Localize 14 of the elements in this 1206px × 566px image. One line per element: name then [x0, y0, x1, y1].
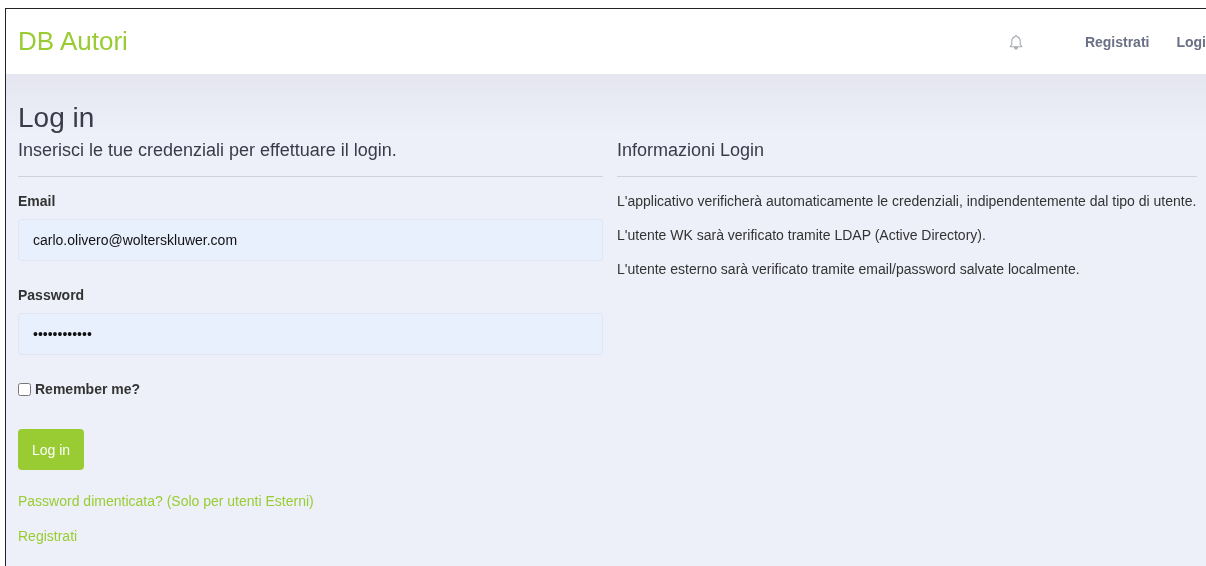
password-label: Password [18, 287, 86, 303]
info-paragraph: L'utente esterno sarà verificato tramite email/password salvate localmente. [617, 261, 1081, 277]
password-field[interactable]: •••••••••••• [18, 313, 603, 355]
nav-link[interactable]: Registrati [1084, 33, 1150, 50]
page-title: Log in [18, 102, 96, 134]
info-paragraph: L'applicativo verificherà automaticamente le credenziali, indipendentemente dal tipo di utente. [617, 193, 1197, 209]
remember-checkbox[interactable] [18, 382, 31, 396]
form-subtitle: Inserisci le tue credenziali per effettuare il login. [18, 140, 398, 161]
email-field[interactable]: carlo.olivero@wolterskluwer.com [18, 219, 603, 261]
email-label: Email [18, 193, 57, 209]
remember-label: Remember me? [35, 381, 141, 397]
info-heading: Informazioni Login [617, 140, 766, 161]
nav-link[interactable]: Logi [1176, 33, 1206, 50]
info-paragraph: L'utente WK sarà verificato tramite LDAP (Active Directory). [617, 227, 987, 243]
